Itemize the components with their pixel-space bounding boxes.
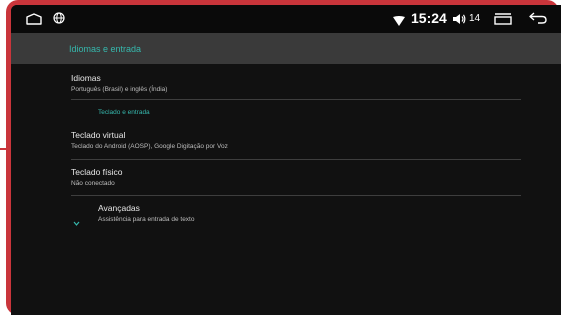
item-subtitle: Teclado do Android (AOSP), Google Digita… bbox=[71, 143, 228, 150]
list-item-teclado-fisico[interactable]: Teclado físico Não conectado bbox=[71, 167, 531, 187]
divider bbox=[71, 99, 521, 100]
chevron-down-icon[interactable] bbox=[73, 213, 80, 231]
frame-accent-line bbox=[0, 148, 11, 150]
page-title: Idiomas e entrada bbox=[69, 44, 142, 54]
wifi-icon bbox=[393, 13, 405, 31]
volume-icon[interactable] bbox=[452, 12, 466, 30]
volume-level: 14 bbox=[469, 13, 481, 24]
item-title: Teclado virtual bbox=[71, 130, 126, 140]
item-title: Idiomas bbox=[71, 73, 101, 83]
list-item-idiomas[interactable]: Idiomas Português (Brasil) e inglês (Índ… bbox=[71, 73, 531, 93]
divider bbox=[71, 195, 521, 196]
list-item-teclado-virtual[interactable]: Teclado virtual Teclado do Android (AOSP… bbox=[71, 130, 531, 150]
recent-apps-icon[interactable] bbox=[493, 12, 513, 30]
section-header-keyboard: Teclado e entrada bbox=[98, 109, 150, 116]
item-title: Avançadas bbox=[98, 203, 140, 213]
status-time: 15:24 bbox=[411, 10, 447, 26]
divider bbox=[71, 159, 521, 160]
home-outline-icon[interactable] bbox=[25, 12, 43, 30]
app-bar: Idiomas e entrada bbox=[11, 33, 561, 64]
device-screen: 15:24 14 Idiomas e entrada Idiomas Portu… bbox=[11, 5, 561, 315]
item-subtitle: Não conectado bbox=[71, 180, 115, 187]
item-subtitle: Assistência para entrada de texto bbox=[98, 216, 195, 223]
settings-list: Idiomas Português (Brasil) e inglês (Índ… bbox=[11, 64, 561, 315]
item-subtitle: Português (Brasil) e inglês (Índia) bbox=[71, 86, 168, 93]
globe-icon[interactable] bbox=[53, 11, 65, 29]
list-item-avancadas[interactable]: Avançadas Assistência para entrada de te… bbox=[98, 203, 558, 223]
item-title: Teclado físico bbox=[71, 167, 123, 177]
back-icon[interactable] bbox=[529, 11, 547, 29]
status-bar: 15:24 14 bbox=[11, 5, 561, 33]
